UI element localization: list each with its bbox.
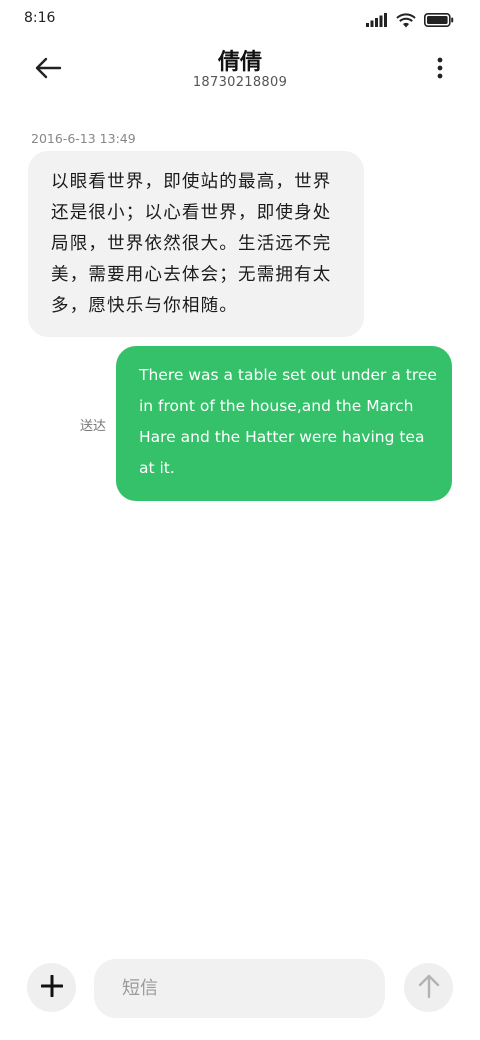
conversation-header: 倩倩 18730218809	[0, 40, 480, 100]
message-timestamp: 2016-6-13 13:49	[31, 131, 136, 146]
status-icons	[366, 11, 454, 29]
plus-icon	[40, 974, 63, 1001]
more-options-button[interactable]	[430, 54, 450, 86]
incoming-message-bubble[interactable]: 以眼看世界，即使站的最高，世界还是很小；以心看世界，即使身处局限，世界依然很大。…	[28, 151, 364, 337]
send-button[interactable]	[404, 963, 453, 1012]
contact-name: 倩倩	[217, 50, 262, 75]
arrow-up-icon	[418, 973, 440, 1003]
signal-icon	[366, 13, 388, 27]
delivery-status: 送达	[80, 419, 107, 434]
outgoing-message-bubble[interactable]: There was a table set out under a tree i…	[116, 346, 452, 501]
conversation-screen: 8:16 倩倩 18730218809 2016-6-13 13:49 以眼看世…	[0, 0, 480, 1040]
status-time: 8:16	[24, 10, 56, 26]
contact-number: 18730218809	[192, 75, 288, 90]
message-input[interactable]	[94, 959, 385, 1018]
status-bar: 8:16	[0, 0, 480, 40]
wifi-icon	[396, 12, 416, 28]
battery-icon	[424, 13, 454, 27]
more-vertical-icon	[437, 57, 443, 83]
attach-button[interactable]	[27, 963, 76, 1012]
